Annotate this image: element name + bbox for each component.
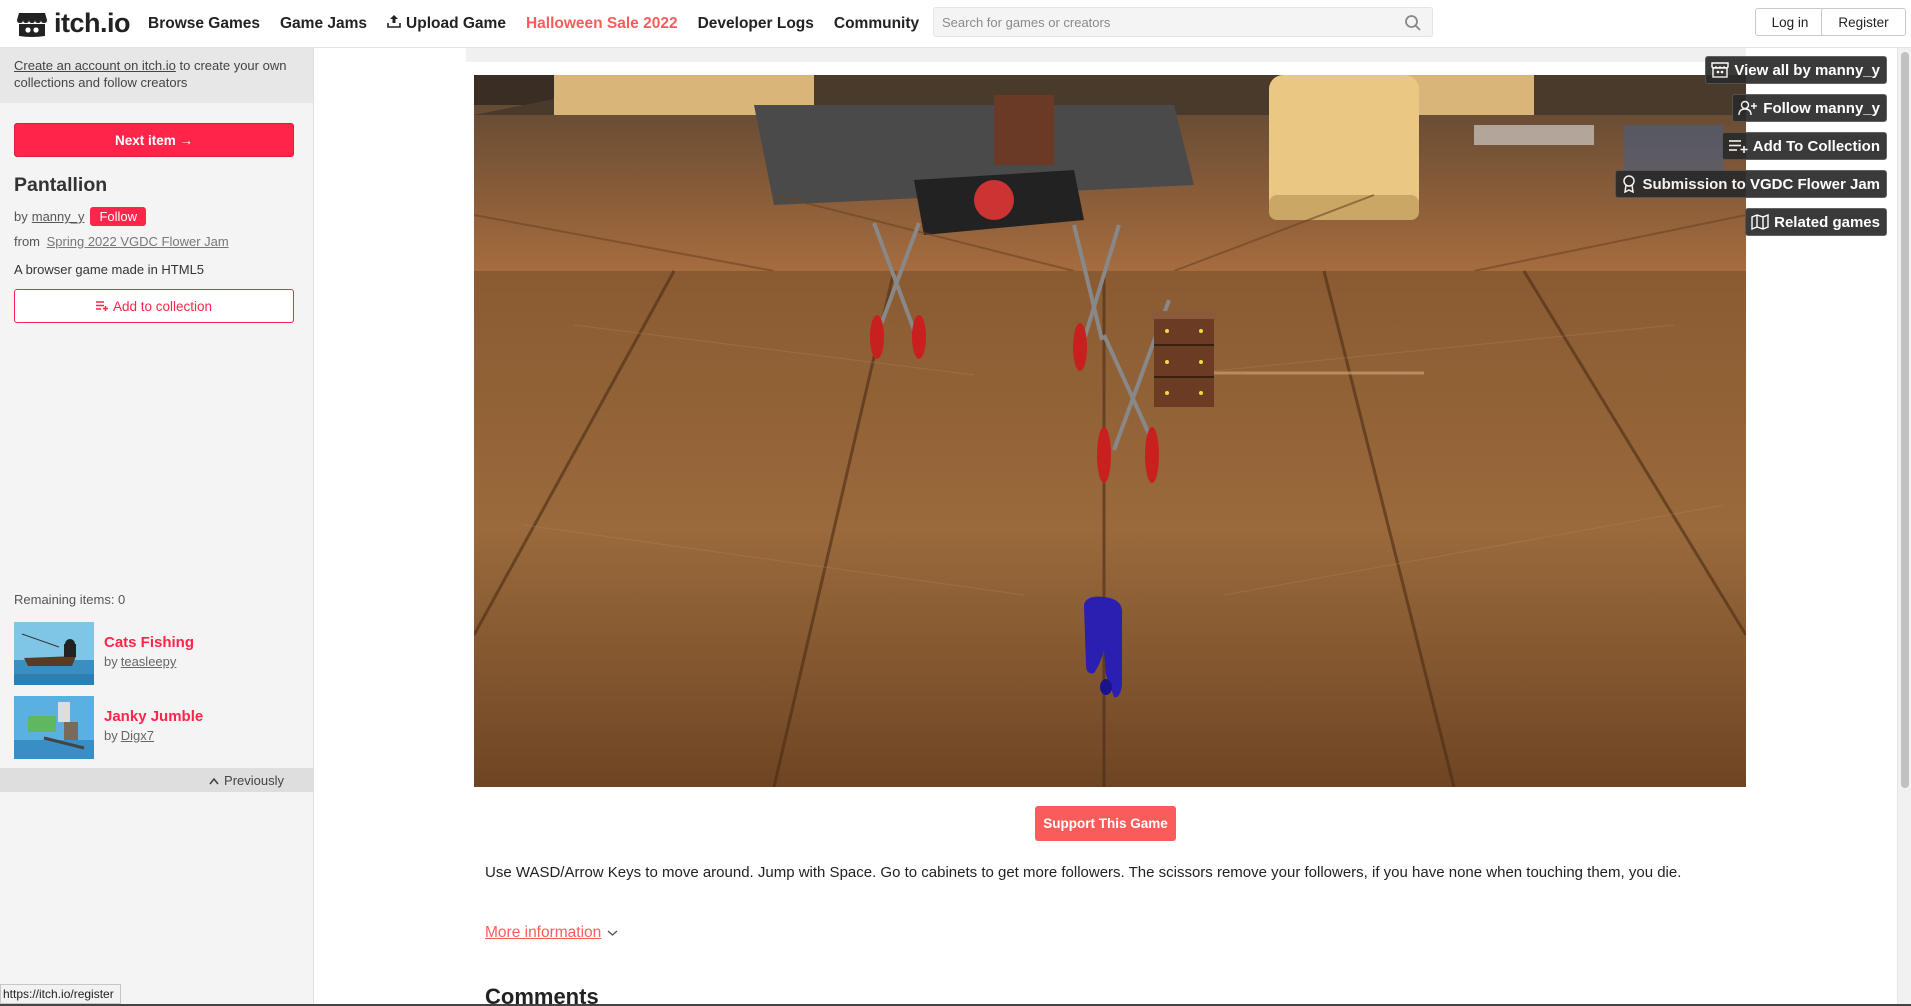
related-byline: by teasleepy — [104, 654, 194, 669]
nav-halloween-sale[interactable]: Halloween Sale 2022 — [526, 14, 678, 33]
janky-jumble-thumbnail[interactable] — [14, 696, 94, 759]
game-title[interactable]: Pantallion — [14, 174, 107, 197]
next-item-button[interactable]: Next item → — [14, 123, 294, 157]
remaining-items: Remaining items: 0 — [14, 592, 126, 607]
search-icon[interactable] — [1404, 14, 1422, 37]
add-to-collection-label: Add to collection — [112, 298, 213, 314]
nav-game-jams[interactable]: Game Jams — [280, 14, 367, 33]
related-author-link[interactable]: teasleepy — [121, 654, 177, 669]
create-account-promo: Create an account on itch.io to create y… — [0, 48, 313, 103]
game-instructions: Use WASD/Arrow Keys to move around. Jump… — [485, 864, 1682, 881]
nav-browse-games[interactable]: Browse Games — [148, 14, 260, 33]
related-title[interactable]: Cats Fishing — [104, 634, 194, 651]
jam-submission-button[interactable]: Submission to VGDC Flower Jam — [1615, 170, 1887, 198]
list-item[interactable]: Janky Jumble by Digx7 — [14, 696, 304, 760]
more-information-label: More information — [485, 924, 602, 941]
scrollbar-thumb[interactable] — [1901, 52, 1909, 788]
from-label: from — [14, 234, 40, 249]
add-to-collection-button[interactable]: Add to collection — [14, 289, 294, 323]
follow-author-button[interactable]: Follow manny_y — [1732, 94, 1887, 122]
award-ribbon-icon — [1621, 175, 1637, 193]
page-scrollbar[interactable] — [1897, 48, 1911, 1006]
nav-developer-logs[interactable]: Developer Logs — [698, 14, 814, 33]
previously-bar[interactable]: Previously — [0, 768, 314, 792]
game-canvas[interactable] — [474, 75, 1746, 787]
create-account-link[interactable]: Create an account on itch.io — [14, 58, 176, 73]
search-input[interactable] — [942, 14, 1382, 30]
game-description: A browser game made in HTML5 — [14, 262, 205, 277]
nav-upload-label: Upload Game — [406, 14, 506, 32]
nav-upload-game[interactable]: Upload Game — [387, 14, 506, 33]
follow-button[interactable]: Follow — [90, 207, 147, 226]
add-to-collection-tool-button[interactable]: Add To Collection — [1721, 132, 1887, 160]
add-collection-icon — [95, 299, 108, 314]
follow-author-label: Follow manny_y — [1763, 99, 1880, 117]
author-link[interactable]: manny_y — [32, 209, 85, 224]
by-label: by — [104, 654, 118, 669]
map-icon — [1751, 214, 1769, 230]
chevron-up-icon — [209, 773, 219, 788]
itchio-logo-icon — [16, 11, 48, 37]
login-button[interactable]: Log in — [1755, 8, 1825, 36]
jam-link[interactable]: Spring 2022 VGDC Flower Jam — [47, 234, 229, 249]
by-label: by — [104, 728, 118, 743]
by-label: by — [14, 209, 28, 224]
from-line: from Spring 2022 VGDC Flower Jam — [14, 234, 229, 249]
related-author-link[interactable]: Digx7 — [121, 728, 154, 743]
user-plus-icon — [1738, 100, 1758, 116]
jam-submission-label: Submission to VGDC Flower Jam — [1642, 175, 1880, 193]
list-item[interactable]: Cats Fishing by teasleepy — [14, 622, 304, 686]
register-button[interactable]: Register — [1821, 8, 1906, 36]
status-bar-url: https://itch.io/register — [0, 984, 121, 1004]
related-info: Janky Jumble by Digx7 — [104, 696, 203, 760]
top-strip — [466, 48, 1746, 62]
itchio-store-icon — [1711, 62, 1730, 78]
logo-text: itch.io — [54, 8, 131, 38]
add-to-collection-tool-label: Add To Collection — [1752, 137, 1880, 155]
byline: by manny_y Follow — [14, 207, 147, 226]
nav-community[interactable]: Community — [834, 14, 919, 33]
top-nav: itch.io Browse Games Game Jams Upload Ga… — [0, 0, 1911, 48]
related-games-button[interactable]: Related games — [1745, 208, 1887, 236]
upload-icon — [387, 14, 401, 33]
collection-sidebar: Create an account on itch.io to create y… — [0, 48, 314, 1006]
search-box — [933, 7, 1433, 37]
user-tools: View all by manny_y Follow manny_y Add T… — [1615, 56, 1887, 246]
nav-links: Browse Games Game Jams Upload Game Hallo… — [148, 14, 939, 33]
more-information-link[interactable]: More information — [485, 924, 618, 942]
game-page: Support This Game Use WASD/Arrow Keys to… — [466, 48, 1746, 1006]
related-byline: by Digx7 — [104, 728, 203, 743]
related-title[interactable]: Janky Jumble — [104, 708, 203, 725]
comments-heading: Comments — [485, 984, 599, 1006]
view-all-label: View all by manny_y — [1734, 61, 1880, 79]
itchio-logo[interactable]: itch.io — [16, 0, 131, 48]
support-this-game-button[interactable]: Support This Game — [1035, 806, 1176, 841]
view-all-by-author-button[interactable]: View all by manny_y — [1705, 56, 1887, 84]
playlist-add-icon — [1728, 138, 1748, 154]
cats-fishing-thumbnail[interactable] — [14, 622, 94, 685]
related-info: Cats Fishing by teasleepy — [104, 622, 194, 686]
chevron-down-icon — [607, 924, 618, 942]
previously-label: Previously — [224, 772, 284, 788]
related-games-label: Related games — [1774, 213, 1880, 231]
